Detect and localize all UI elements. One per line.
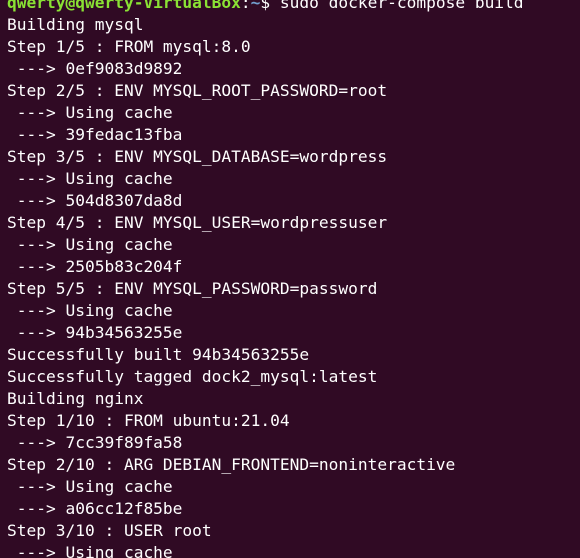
output-line: ---> 2505b83c204f <box>7 257 183 276</box>
output-line: Step 1/5 : FROM mysql:8.0 <box>7 37 251 56</box>
output-line: ---> 7cc39f89fa58 <box>7 433 183 452</box>
output-line: Step 3/10 : USER root <box>7 521 212 540</box>
output-line: ---> a06cc12f85be <box>7 499 183 518</box>
prompt-user-host: qwerty@qwerty-VirtualBox <box>7 0 241 12</box>
output-line: Building nginx <box>7 389 144 408</box>
output-line: Step 1/10 : FROM ubuntu:21.04 <box>7 411 290 430</box>
output-line: Step 2/5 : ENV MYSQL_ROOT_PASSWORD=root <box>7 81 388 100</box>
output-line: ---> Using cache <box>7 543 173 558</box>
output-line: ---> 0ef9083d9892 <box>7 59 183 78</box>
output-line: Successfully tagged dock2_mysql:latest <box>7 367 378 386</box>
terminal-output: Building mysql Step 1/5 : FROM mysql:8.0 … <box>7 14 580 558</box>
output-line: Step 5/5 : ENV MYSQL_PASSWORD=password <box>7 279 378 298</box>
prompt-path: ~ <box>250 0 261 12</box>
prompt-separator: : <box>240 0 251 12</box>
output-line: ---> Using cache <box>7 477 173 496</box>
terminal-window[interactable]: qwerty@qwerty-VirtualBox:~$ sudo docker-… <box>0 0 580 558</box>
output-line: ---> Using cache <box>7 235 173 254</box>
prompt-line: qwerty@qwerty-VirtualBox:~$ sudo docker-… <box>7 0 580 14</box>
output-line: ---> 504d8307da8d <box>7 191 183 210</box>
output-line: ---> 94b34563255e <box>7 323 183 342</box>
output-line: Building mysql <box>7 15 144 34</box>
output-line: ---> 39fedac13fba <box>7 125 183 144</box>
output-line: ---> Using cache <box>7 301 173 320</box>
output-line: ---> Using cache <box>7 103 173 122</box>
prompt-symbol: $ <box>260 0 271 12</box>
output-line: Successfully built 94b34563255e <box>7 345 310 364</box>
output-line: ---> Using cache <box>7 169 173 188</box>
output-line: Step 2/10 : ARG DEBIAN_FRONTEND=noninter… <box>7 455 456 474</box>
output-line: Step 4/5 : ENV MYSQL_USER=wordpressuser <box>7 213 388 232</box>
prompt-command: sudo docker-compose build <box>279 0 524 12</box>
output-line: Step 3/5 : ENV MYSQL_DATABASE=wordpress <box>7 147 388 166</box>
